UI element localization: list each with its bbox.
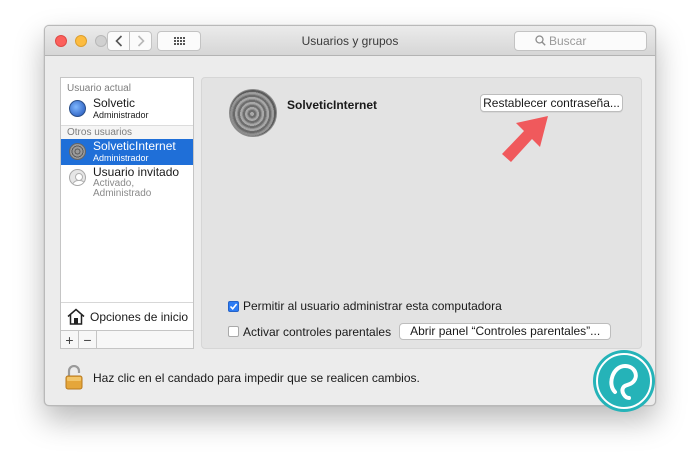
open-parental-controls-button[interactable]: Abrir panel “Controles parentales”... (399, 323, 612, 340)
search-field[interactable]: Buscar (514, 31, 647, 51)
login-options-item[interactable]: Opciones de inicio (61, 302, 193, 330)
globe-avatar-icon (69, 100, 86, 117)
admin-checkbox[interactable] (228, 300, 239, 312)
admin-checkbox-row: Permitir al usuario administrar esta com… (228, 299, 502, 313)
guest-avatar-icon (69, 169, 86, 186)
house-icon (67, 308, 85, 325)
user-role: Administrador (93, 153, 149, 163)
lock-row: Haz clic en el candado para impedir que … (65, 365, 420, 390)
search-icon (535, 35, 546, 46)
user-name: Usuario invitado (93, 165, 180, 179)
swirl-avatar-icon (69, 143, 86, 160)
selected-user-name: SolveticInternet (287, 98, 378, 112)
add-remove-bar: + − (61, 330, 193, 348)
user-item-solveticinternet[interactable]: SolveticInternet Administrador (61, 139, 193, 165)
parental-checkbox[interactable] (228, 326, 239, 337)
admin-checkbox-label: Permitir al usuario administrar esta com… (243, 299, 502, 313)
current-user-header: Usuario actual (67, 83, 131, 94)
lock-text: Haz clic en el candado para impedir que … (93, 370, 420, 385)
user-role: Activado, Administrado (93, 178, 152, 199)
user-role: Administrador (93, 110, 149, 120)
user-avatar[interactable] (229, 89, 277, 137)
user-name: SolveticInternet (93, 139, 176, 153)
add-user-button[interactable]: + (61, 331, 79, 348)
parental-checkbox-row: Activar controles parentales Abrir panel… (228, 323, 612, 340)
user-name: Solvetic (93, 96, 136, 110)
preferences-window: Usuarios y grupos Buscar Usuario actual … (44, 25, 656, 406)
title-bar: Usuarios y grupos Buscar (45, 26, 655, 56)
unlocked-padlock-icon[interactable] (65, 365, 83, 390)
parental-checkbox-label: Activar controles parentales (243, 324, 392, 339)
user-detail-panel: SolveticInternet Restablecer contraseña.… (201, 77, 642, 349)
login-options-label: Opciones de inicio (90, 309, 189, 324)
solvetic-logo-icon (593, 350, 655, 412)
checkmark-icon (229, 302, 238, 310)
user-item-guest[interactable]: Usuario invitado Activado, Administrado (61, 165, 193, 199)
user-item-solvetic[interactable]: Solvetic Administrador (61, 96, 193, 122)
other-users-header: Otros usuarios (61, 125, 193, 139)
users-sidebar: Usuario actual Solvetic Administrador Ot… (60, 77, 194, 349)
pointer-arrow-icon (502, 116, 548, 162)
search-placeholder: Buscar (549, 34, 587, 48)
reset-password-button[interactable]: Restablecer contraseña... (480, 94, 623, 112)
remove-user-button[interactable]: − (79, 331, 97, 348)
